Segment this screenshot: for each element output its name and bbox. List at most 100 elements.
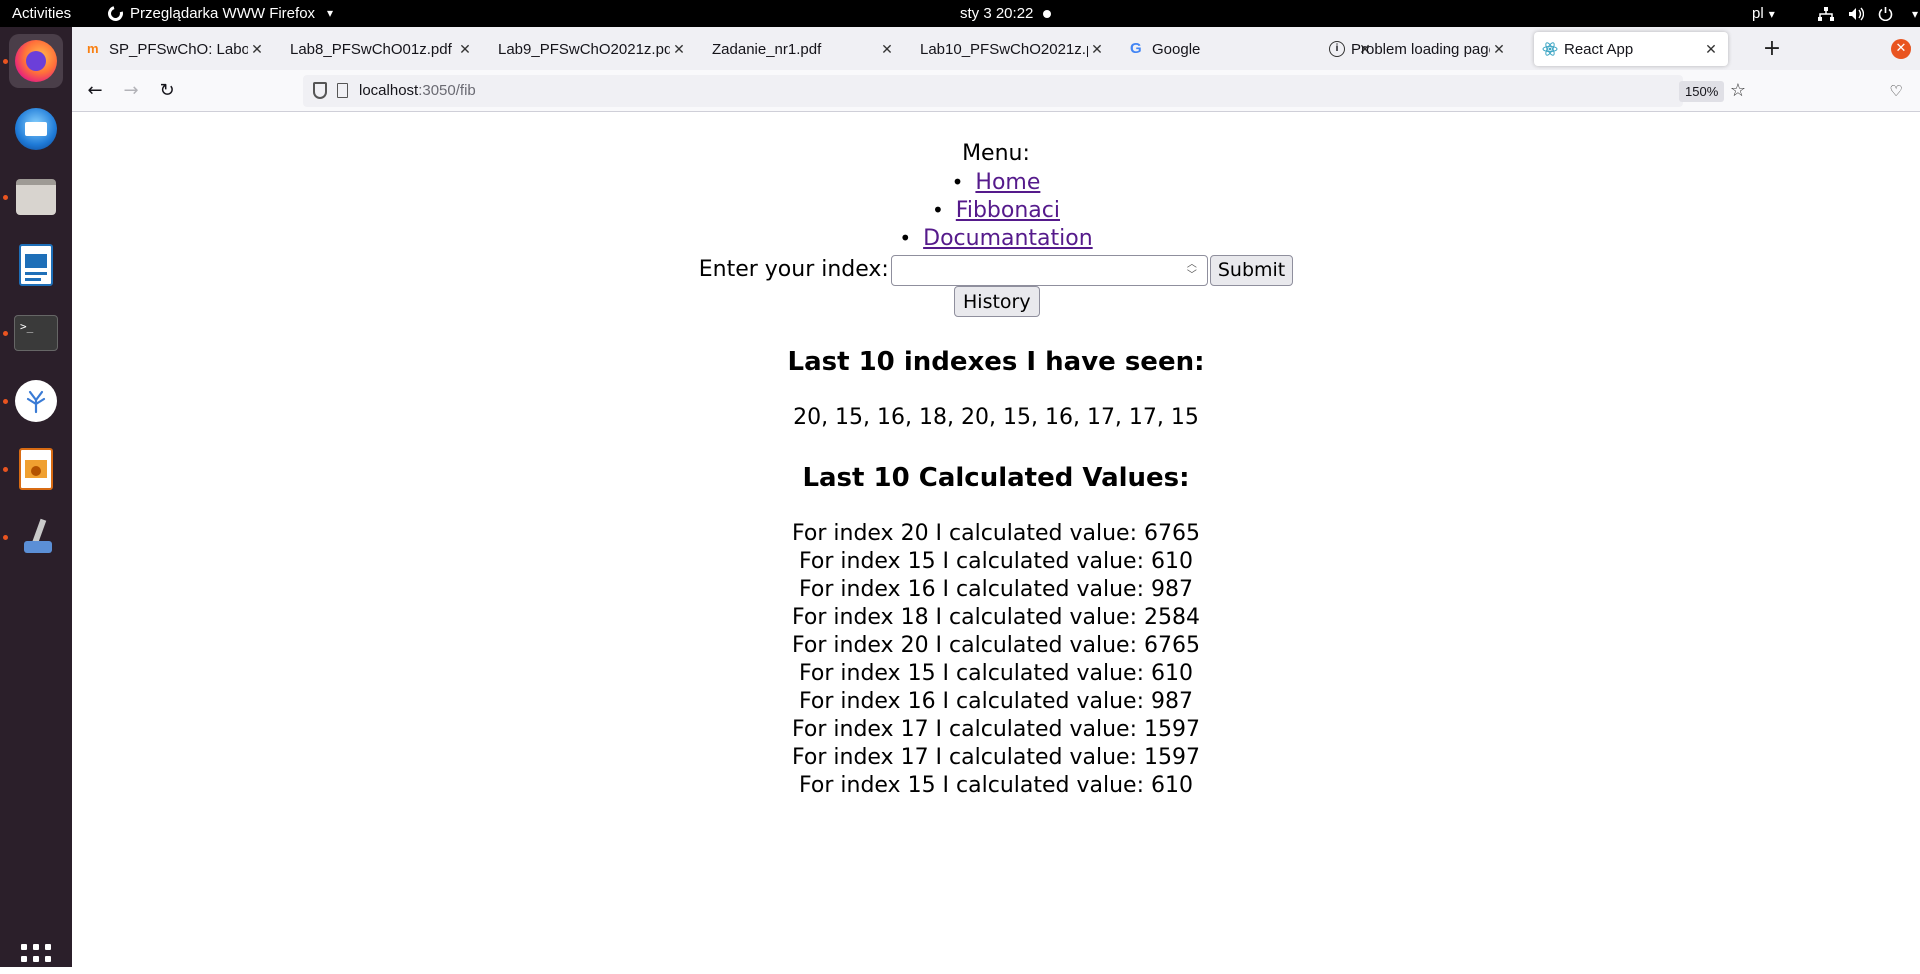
running-indicator-icon bbox=[3, 467, 8, 472]
system-menu-caret-icon bbox=[1907, 0, 1918, 28]
index-input[interactable]: ︿ ﹀ bbox=[890, 254, 1208, 286]
value-row: For index 15 I calculated value: 610 bbox=[799, 549, 1193, 574]
running-indicator-icon bbox=[3, 535, 8, 540]
power-icon bbox=[1878, 7, 1893, 21]
thunderbird-icon bbox=[15, 108, 57, 150]
system-tray[interactable] bbox=[1818, 0, 1918, 27]
dock-libreoffice-writer[interactable] bbox=[9, 238, 63, 292]
tab-title: Problem loading page bbox=[1351, 40, 1490, 58]
value-row: For index 15 I calculated value: 610 bbox=[799, 661, 1193, 686]
new-tab-icon[interactable]: + bbox=[1755, 32, 1789, 66]
running-indicator-icon bbox=[3, 195, 8, 200]
window-close-icon[interactable]: ✕ bbox=[1891, 39, 1911, 59]
value-row: For index 17 I calculated value: 1597 bbox=[792, 745, 1200, 770]
volume-icon bbox=[1849, 7, 1864, 20]
value-row: For index 16 I calculated value: 987 bbox=[799, 689, 1193, 714]
impress-icon bbox=[19, 448, 53, 490]
running-indicator-icon bbox=[3, 399, 8, 404]
index-form: Enter your index: ︿ ﹀ Submit bbox=[72, 254, 1920, 286]
tab-problem-loading[interactable]: i Problem loading page ✕ bbox=[1321, 32, 1516, 66]
indexes-list: 20, 15, 16, 18, 20, 15, 16, 17, 17, 15 bbox=[793, 405, 1199, 430]
tab-moodle[interactable]: m SP_PFSwChO: Laborat ✕ bbox=[79, 32, 274, 66]
history-button[interactable]: History bbox=[954, 286, 1040, 317]
zoom-level-badge[interactable]: 150% bbox=[1679, 81, 1725, 102]
url-host: localhost bbox=[359, 82, 419, 99]
activities-button[interactable]: Activities bbox=[12, 0, 71, 27]
submit-button[interactable]: Submit bbox=[1209, 254, 1294, 286]
dock-thunderbird[interactable] bbox=[9, 102, 63, 156]
value-row: For index 16 I calculated value: 987 bbox=[799, 577, 1193, 602]
spin-down-icon[interactable]: ﹀ bbox=[1185, 270, 1199, 282]
google-icon: G bbox=[1130, 40, 1142, 57]
bookmark-star-icon[interactable]: ☆ bbox=[1724, 77, 1752, 105]
tab-title: Lab9_PFSwChO2021z.pdf bbox=[498, 40, 670, 58]
url-text: localhost:3050/fib bbox=[359, 75, 476, 107]
value-row: For index 20 I calculated value: 6765 bbox=[792, 521, 1200, 546]
tab-react-app[interactable]: React App ✕ bbox=[1534, 32, 1728, 66]
close-tab-icon[interactable]: ✕ bbox=[878, 41, 896, 58]
tab-title: React App bbox=[1564, 40, 1634, 58]
dock-inkscape[interactable] bbox=[9, 510, 63, 564]
indexes-heading: Last 10 indexes I have seen: bbox=[787, 347, 1205, 377]
menu-list: Home Fibbonaci Documantation bbox=[72, 168, 1920, 252]
fibonacci-link[interactable]: Fibbonaci bbox=[956, 198, 1060, 223]
app-menu[interactable]: Przeglądarka WWW Firefox bbox=[105, 0, 333, 27]
index-label: Enter your index: bbox=[698, 257, 889, 282]
network-icon bbox=[1818, 6, 1834, 21]
tab-lab8[interactable]: Lab8_PFSwChO01z.pdf ✕ bbox=[282, 32, 482, 66]
running-indicator-icon bbox=[3, 331, 8, 336]
tab-lab10[interactable]: Lab10_PFSwChO2021z.pd ✕ bbox=[912, 32, 1114, 66]
page-info-icon[interactable] bbox=[337, 83, 348, 98]
values-heading: Last 10 Calculated Values: bbox=[802, 463, 1190, 493]
menu-item: Home bbox=[72, 168, 1920, 196]
app-menu-label: Przeglądarka WWW Firefox bbox=[130, 5, 316, 22]
pocket-icon[interactable]: ♡ bbox=[1882, 77, 1910, 105]
dock-libreoffice-impress[interactable] bbox=[9, 442, 63, 496]
keyboard-layout-indicator[interactable]: pl bbox=[1752, 0, 1775, 27]
dock-files[interactable] bbox=[9, 170, 63, 224]
url-bar[interactable]: localhost:3050/fib bbox=[303, 75, 1683, 107]
gnome-top-bar: Activities Przeglądarka WWW Firefox sty … bbox=[0, 0, 1920, 27]
url-path: :3050/fib bbox=[418, 82, 476, 99]
dock-terminal[interactable]: >_ bbox=[9, 306, 63, 360]
menu-title: Menu: bbox=[962, 141, 1030, 166]
home-link[interactable]: Home bbox=[975, 170, 1040, 195]
close-tab-icon[interactable]: ✕ bbox=[1088, 41, 1106, 58]
show-applications-icon[interactable] bbox=[21, 944, 51, 974]
values-list: For index 20 I calculated value: 6765 Fo… bbox=[72, 520, 1920, 800]
value-row: For index 17 I calculated value: 1597 bbox=[792, 717, 1200, 742]
documentation-link[interactable]: Documantation bbox=[923, 226, 1093, 251]
value-row: For index 20 I calculated value: 6765 bbox=[792, 633, 1200, 658]
tab-title: Lab8_PFSwChO01z.pdf bbox=[290, 40, 452, 58]
menu-item: Documantation bbox=[72, 224, 1920, 252]
close-tab-icon[interactable]: ✕ bbox=[1702, 41, 1720, 58]
writer-icon bbox=[19, 244, 53, 286]
tab-lab9[interactable]: Lab9_PFSwChO2021z.pdf ✕ bbox=[490, 32, 696, 66]
dock-app-blue[interactable] bbox=[9, 374, 63, 428]
value-row: For index 18 I calculated value: 2584 bbox=[792, 605, 1200, 630]
forward-arrow-icon[interactable]: → bbox=[117, 77, 145, 105]
tracking-shield-icon[interactable] bbox=[313, 82, 327, 99]
moodle-icon: m bbox=[87, 41, 99, 56]
brush-app-icon bbox=[16, 517, 56, 557]
page-content: Menu: Home Fibbonaci Documantation Enter… bbox=[72, 112, 1920, 967]
reload-icon[interactable]: ↻ bbox=[153, 77, 181, 105]
tab-zadanie[interactable]: Zadanie_nr1.pdf ✕ bbox=[704, 32, 904, 66]
close-tab-icon[interactable]: ✕ bbox=[248, 41, 266, 58]
clock-text: sty 3 20:22 bbox=[960, 5, 1034, 22]
menu-item: Fibbonaci bbox=[72, 196, 1920, 224]
close-tab-icon[interactable]: ✕ bbox=[1490, 41, 1508, 58]
close-tab-icon[interactable]: ✕ bbox=[670, 41, 688, 58]
react-icon bbox=[1542, 42, 1558, 56]
close-tab-icon[interactable]: ✕ bbox=[456, 41, 474, 58]
tab-title: SP_PFSwChO: Laborat bbox=[109, 40, 248, 58]
browser-nav-bar: ← → ↻ localhost:3050/fib 150% ☆ ♡ ⤓ ≡ bbox=[72, 70, 1920, 112]
back-arrow-icon[interactable]: ← bbox=[81, 77, 109, 105]
value-row: For index 15 I calculated value: 610 bbox=[799, 773, 1193, 798]
dock-firefox[interactable] bbox=[9, 34, 63, 88]
running-indicator-icon bbox=[3, 59, 8, 64]
ubuntu-dock: >_ bbox=[0, 27, 72, 974]
firefox-icon bbox=[15, 40, 57, 82]
tab-title: Zadanie_nr1.pdf bbox=[712, 40, 822, 58]
clock[interactable]: sty 3 20:22 bbox=[960, 0, 1052, 27]
